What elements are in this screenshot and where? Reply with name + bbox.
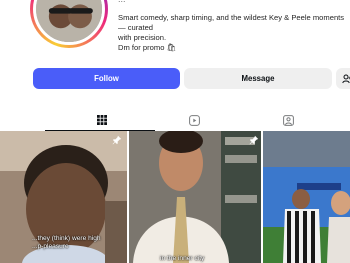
post-thumbnail[interactable]: in the inner city: [129, 131, 261, 263]
grid-icon: [96, 115, 107, 125]
post-image: [129, 131, 261, 263]
post-thumbnail[interactable]: ...they (think) were high ...p-pleasure: [0, 131, 127, 263]
profile-page: ... Smart comedy, sharp timing, and the …: [0, 0, 350, 263]
post-caption: in the inner city: [160, 255, 204, 263]
post-caption: ...they (think) were high ...p-pleasure: [32, 235, 101, 251]
posts-grid: ...they (think) were high ...p-pleasure …: [0, 131, 350, 263]
post-caption-text: ...they (think) were high ...p-pleasure: [32, 235, 101, 250]
profile-tabs: [0, 108, 350, 132]
post-thumbnail[interactable]: [263, 131, 350, 263]
profile-stats: ...: [118, 0, 126, 4]
add-person-icon: [342, 74, 350, 83]
follow-button[interactable]: Follow: [33, 68, 180, 89]
bio-line: with precision.: [118, 33, 167, 42]
reels-icon: [189, 114, 200, 126]
pinned-icon: [112, 135, 122, 145]
tab-tagged[interactable]: [231, 108, 346, 132]
bio-line: Smart comedy, sharp timing, and the wild…: [118, 13, 345, 32]
pinned-icon: [249, 135, 259, 145]
message-button[interactable]: Message: [184, 68, 332, 89]
tagged-icon: [283, 114, 294, 126]
post-caption-text: in the inner city: [160, 255, 205, 262]
avatar-image: [33, 0, 105, 45]
profile-avatar[interactable]: [30, 0, 108, 48]
post-image: [263, 131, 350, 263]
bio-promo: Dm for promo 🛍: [118, 43, 177, 52]
profile-bio: Smart comedy, sharp timing, and the wild…: [118, 13, 350, 53]
suggest-people-button[interactable]: [336, 68, 350, 89]
